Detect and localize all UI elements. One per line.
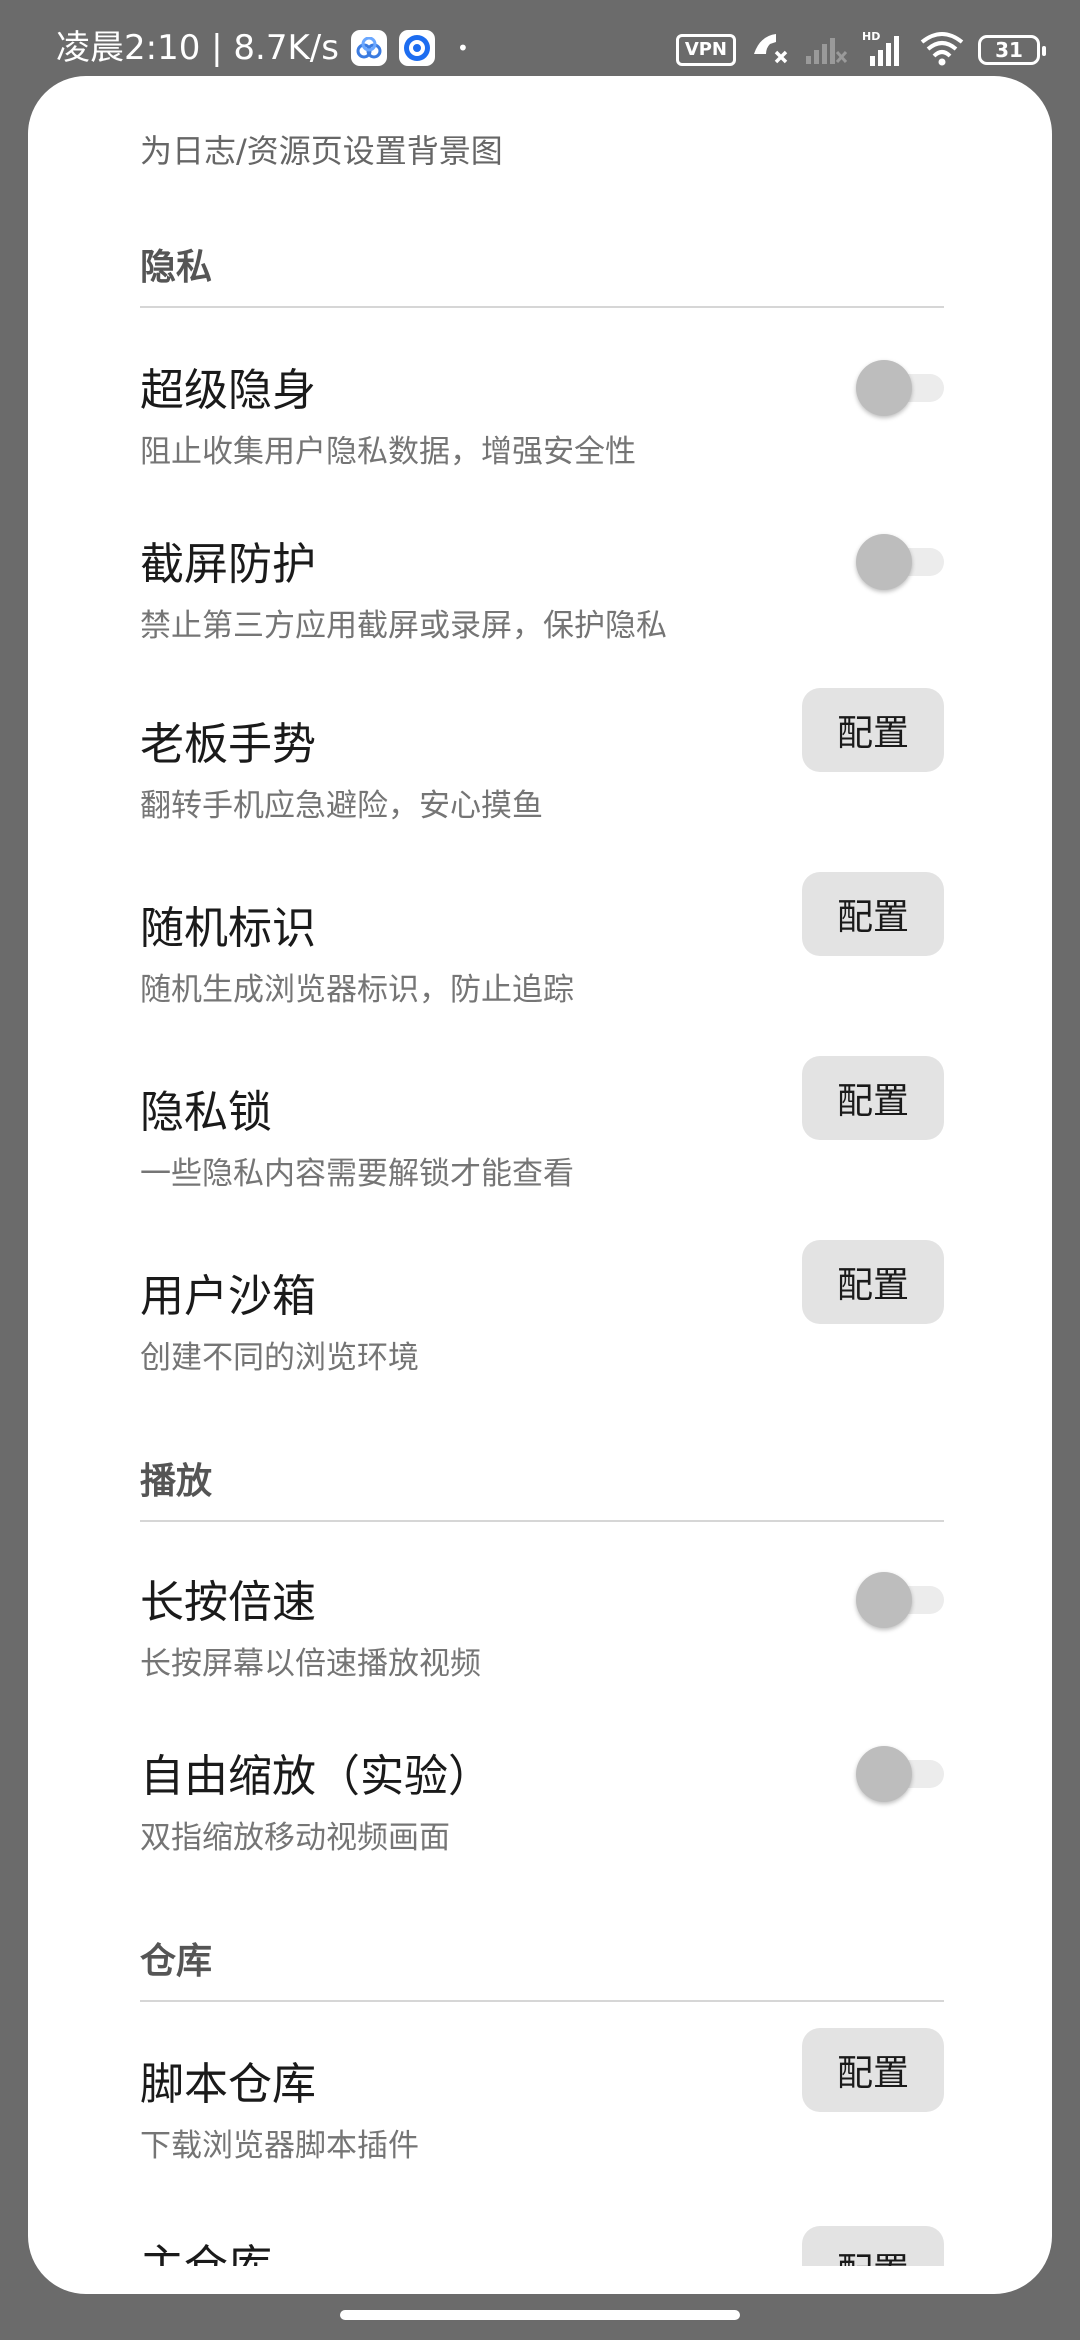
toggle-thumb	[856, 1572, 912, 1628]
setting-row-random-identity[interactable]: 随机标识 随机生成浏览器标识，防止追踪 配置	[140, 872, 970, 1042]
setting-title: 长按倍速	[140, 1577, 316, 1628]
home-indicator[interactable]	[340, 2310, 740, 2320]
section-header-repository: 仓库	[140, 1926, 944, 2002]
svg-text:HD: HD	[862, 30, 880, 43]
app-browser-icon	[398, 30, 435, 66]
random-identity-config-button[interactable]: 配置	[802, 872, 944, 956]
super-stealth-toggle[interactable]	[856, 360, 944, 416]
setting-title: 随机标识	[140, 903, 316, 954]
main-repository-config-button[interactable]: 配置	[802, 2226, 944, 2266]
user-sandbox-config-button[interactable]: 配置	[802, 1240, 944, 1324]
setting-title: 主仓库	[140, 2230, 272, 2266]
app-cloud-icon	[350, 30, 387, 66]
setting-row-screenshot-protection[interactable]: 截屏防护 禁止第三方应用截屏或录屏，保护隐私	[140, 528, 970, 678]
setting-title: 老板手势	[140, 719, 316, 770]
section-title-playback: 播放	[140, 1461, 213, 1502]
setting-row-user-sandbox[interactable]: 用户沙箱 创建不同的浏览环境 配置	[140, 1240, 970, 1410]
toggle-thumb	[856, 1746, 912, 1802]
section-title-repository: 仓库	[140, 1941, 213, 1982]
section-header-privacy: 隐私	[140, 232, 944, 308]
phone-missed-icon	[750, 30, 790, 70]
setting-row-free-zoom[interactable]: 自由缩放（实验） 双指缩放移动视频画面	[140, 1740, 970, 1890]
setting-row-main-repository[interactable]: 主仓库 配置	[140, 2218, 970, 2266]
signal-hd-icon: HD	[862, 30, 906, 70]
setting-title: 用户沙箱	[140, 1271, 316, 1322]
setting-title: 截屏防护	[140, 539, 316, 590]
wifi-icon	[920, 30, 964, 70]
section-header-playback: 播放	[140, 1446, 944, 1522]
setting-desc: 随机生成浏览器标识，防止追踪	[140, 972, 574, 1008]
setting-row-script-repository[interactable]: 脚本仓库 下载浏览器脚本插件 配置	[140, 2028, 970, 2198]
toggle-thumb	[856, 534, 912, 590]
background-image-setting-desc[interactable]: 为日志/资源页设置背景图	[140, 126, 503, 172]
battery-icon: 31	[978, 35, 1046, 65]
vpn-badge: VPN	[675, 34, 736, 66]
setting-title: 自由缩放（实验）	[140, 1751, 492, 1802]
free-zoom-toggle[interactable]	[856, 1746, 944, 1802]
setting-title: 隐私锁	[140, 1087, 272, 1138]
signal-weak-icon	[804, 32, 848, 68]
setting-desc: 下载浏览器脚本插件	[140, 2128, 419, 2164]
setting-desc: 阻止收集用户隐私数据，增强安全性	[140, 434, 636, 470]
status-right: VPN HD 31	[675, 30, 1046, 70]
notification-dot: •	[456, 36, 469, 60]
setting-title: 脚本仓库	[140, 2059, 316, 2110]
setting-row-super-stealth[interactable]: 超级隐身 阻止收集用户隐私数据，增强安全性	[140, 354, 970, 504]
settings-sheet: 为日志/资源页设置背景图 隐私 超级隐身 阻止收集用户隐私数据，增强安全性 截屏…	[28, 76, 1052, 2294]
battery-level: 31	[995, 38, 1023, 62]
section-title-privacy: 隐私	[140, 247, 213, 288]
setting-title: 超级隐身	[140, 365, 316, 416]
setting-row-privacy-lock[interactable]: 隐私锁 一些隐私内容需要解锁才能查看 配置	[140, 1056, 970, 1226]
toggle-thumb	[856, 360, 912, 416]
setting-row-long-press-speed[interactable]: 长按倍速 长按屏幕以倍速播放视频	[140, 1566, 970, 1716]
status-time-speed: 凌晨2:10 | 8.7K/s	[56, 28, 339, 68]
privacy-lock-config-button[interactable]: 配置	[802, 1056, 944, 1140]
status-left: 凌晨2:10 | 8.7K/s •	[56, 24, 469, 72]
setting-desc: 一些隐私内容需要解锁才能查看	[140, 1156, 574, 1192]
setting-row-boss-gesture[interactable]: 老板手势 翻转手机应急避险，安心摸鱼 配置	[140, 688, 970, 858]
setting-desc: 双指缩放移动视频画面	[140, 1820, 450, 1856]
boss-gesture-config-button[interactable]: 配置	[802, 688, 944, 772]
setting-desc: 翻转手机应急避险，安心摸鱼	[140, 788, 543, 824]
script-repository-config-button[interactable]: 配置	[802, 2028, 944, 2112]
setting-desc: 创建不同的浏览环境	[140, 1340, 419, 1376]
setting-desc: 禁止第三方应用截屏或录屏，保护隐私	[140, 608, 667, 644]
screenshot-protection-toggle[interactable]	[856, 534, 944, 590]
setting-desc: 长按屏幕以倍速播放视频	[140, 1646, 481, 1682]
long-press-speed-toggle[interactable]	[856, 1572, 944, 1628]
